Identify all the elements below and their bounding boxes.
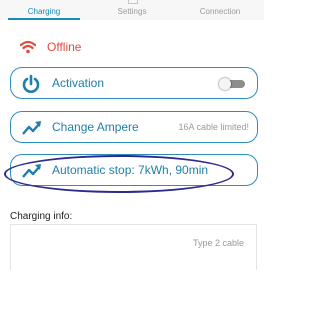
charging-info-label: Charging info: bbox=[10, 211, 73, 222]
tab-label: Connection bbox=[199, 7, 241, 16]
automatic-stop-card[interactable]: Automatic stop: 7kWh, 90min bbox=[10, 154, 258, 186]
activation-toggle[interactable] bbox=[219, 78, 245, 90]
tab-label: Charging bbox=[27, 7, 61, 16]
wifi-icon bbox=[20, 40, 36, 54]
tab-settings[interactable]: Settings bbox=[88, 0, 176, 20]
charging-info-value: Type 2 cable bbox=[192, 238, 244, 248]
trend-up-icon bbox=[22, 121, 41, 135]
active-tab-indicator bbox=[8, 18, 80, 20]
automatic-stop-label: Automatic stop: 7kWh, 90min bbox=[52, 163, 209, 177]
tab-label: Settings bbox=[117, 7, 147, 16]
tab-charging[interactable]: Charging bbox=[0, 0, 88, 20]
activation-card[interactable]: Activation bbox=[10, 67, 258, 99]
settings-icon bbox=[128, 0, 138, 4]
toggle-knob bbox=[219, 78, 231, 90]
change-ampere-card[interactable]: Change Ampere 16A cable limited! bbox=[10, 111, 258, 143]
tab-connection[interactable]: Connection bbox=[176, 0, 264, 20]
charging-info-panel: Type 2 cable bbox=[10, 224, 257, 270]
tab-bar: Charging Settings Connection bbox=[0, 0, 264, 20]
connection-status: Offline bbox=[20, 38, 81, 56]
ampere-limit-text: 16A cable limited! bbox=[178, 122, 249, 132]
trend-up-icon bbox=[22, 164, 41, 178]
activation-label: Activation bbox=[52, 76, 105, 90]
status-text: Offline bbox=[47, 40, 82, 54]
power-icon bbox=[22, 74, 40, 93]
change-ampere-label: Change Ampere bbox=[52, 120, 139, 134]
